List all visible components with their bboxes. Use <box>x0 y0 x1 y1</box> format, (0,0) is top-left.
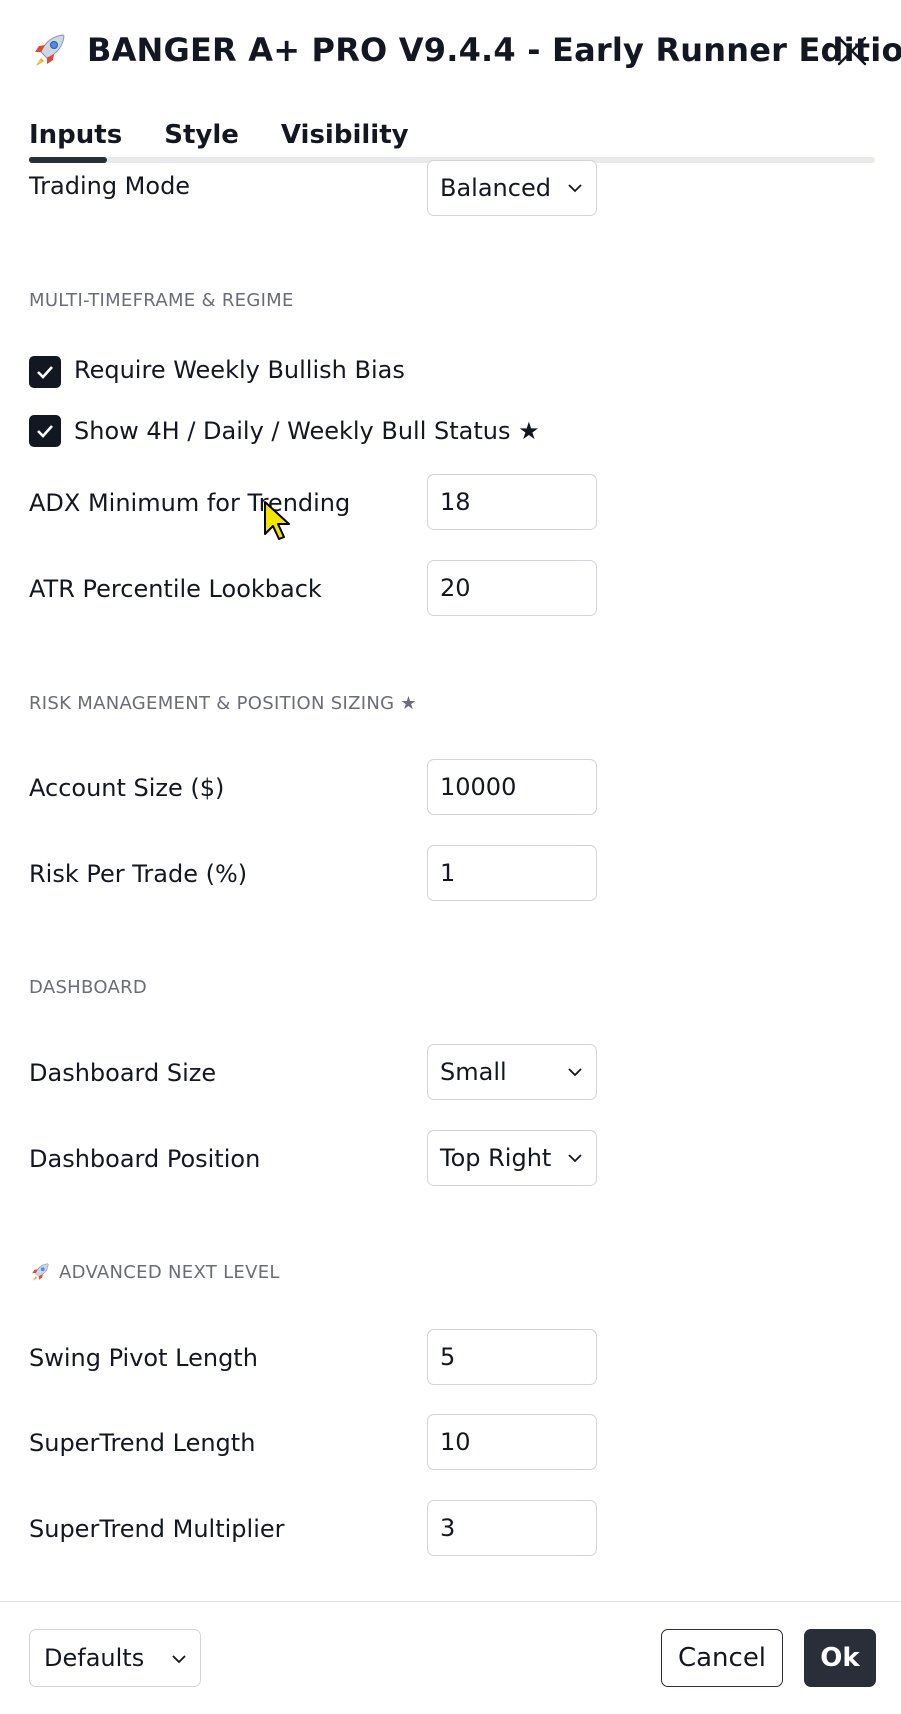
risk-per-trade-label: Risk Per Trade (%) <box>29 860 248 888</box>
supertrend-multiplier-label: SuperTrend Multiplier <box>29 1515 285 1543</box>
show-bull-status-checkbox[interactable] <box>29 415 61 447</box>
atr-lookback-input[interactable] <box>440 574 580 602</box>
tab-inputs[interactable]: Inputs <box>29 120 123 162</box>
rocket-icon <box>32 1263 49 1281</box>
atr-lookback-label: ATR Percentile Lookback <box>29 575 322 603</box>
tab-visibility[interactable]: Visibility <box>281 120 409 160</box>
swing-pivot-input[interactable] <box>440 1343 580 1371</box>
section-risk-title: RISK MANAGEMENT & POSITION SIZING ★ <box>29 693 417 714</box>
supertrend-multiplier-field[interactable] <box>427 1500 597 1556</box>
risk-per-trade-input[interactable] <box>440 859 580 887</box>
section-dashboard-title: DASHBOARD <box>29 977 148 998</box>
defaults-label: Defaults <box>44 1644 145 1672</box>
supertrend-multiplier-input[interactable] <box>440 1514 580 1542</box>
mouse-cursor-icon <box>264 501 290 540</box>
ok-button[interactable]: Ok <box>804 1629 876 1687</box>
cancel-button[interactable]: Cancel <box>661 1629 783 1687</box>
account-size-field[interactable] <box>427 759 597 815</box>
dialog-title: BANGER A+ PRO V9.4.4 - Early Runner Edit… <box>87 31 901 69</box>
dashboard-position-value: Top Right <box>440 1144 552 1172</box>
tab-bar: Inputs Style Visibility <box>29 108 451 162</box>
trading-mode-select[interactable]: Balanced <box>427 160 597 216</box>
defaults-dropdown-button[interactable]: Defaults <box>29 1629 201 1687</box>
trading-mode-value: Balanced <box>440 174 551 202</box>
dashboard-size-label: Dashboard Size <box>29 1059 217 1087</box>
section-mtf-title: MULTI-TIMEFRAME & REGIME <box>29 290 294 311</box>
show-bull-status-label[interactable]: Show 4H / Daily / Weekly Bull Status ★ <box>74 417 540 445</box>
atr-lookback-field[interactable] <box>427 560 597 616</box>
dashboard-size-select[interactable]: Small <box>427 1044 597 1100</box>
dashboard-position-select[interactable]: Top Right <box>427 1130 597 1186</box>
supertrend-length-input[interactable] <box>440 1428 580 1456</box>
supertrend-length-field[interactable] <box>427 1414 597 1470</box>
adx-min-input[interactable] <box>440 488 580 516</box>
require-weekly-bias-checkbox[interactable] <box>29 356 61 388</box>
adx-min-label: ADX Minimum for Trending <box>29 489 351 517</box>
chevron-down-icon <box>568 1154 582 1163</box>
require-weekly-bias-label[interactable]: Require Weekly Bullish Bias <box>74 356 405 384</box>
title-row: BANGER A+ PRO V9.4.4 - Early Runner Edit… <box>29 28 901 72</box>
section-advanced-title: ADVANCED NEXT LEVEL <box>29 1261 280 1283</box>
account-size-input[interactable] <box>440 773 580 801</box>
risk-per-trade-field[interactable] <box>427 845 597 901</box>
chevron-down-icon <box>568 184 582 193</box>
swing-pivot-field[interactable] <box>427 1329 597 1385</box>
content-scrollbar-thumb[interactable] <box>29 157 107 163</box>
tab-style[interactable]: Style <box>164 120 239 160</box>
chevron-down-icon <box>172 1655 186 1664</box>
dashboard-size-value: Small <box>440 1058 507 1086</box>
chevron-down-icon <box>568 1068 582 1077</box>
checkmark-icon <box>37 425 53 438</box>
account-size-label: Account Size ($) <box>29 774 225 802</box>
close-icon[interactable] <box>835 34 869 68</box>
checkmark-icon <box>37 366 53 379</box>
dashboard-position-label: Dashboard Position <box>29 1145 261 1173</box>
adx-min-field[interactable] <box>427 474 597 530</box>
dialog-header: BANGER A+ PRO V9.4.4 - Early Runner Edit… <box>0 0 901 162</box>
supertrend-length-label: SuperTrend Length <box>29 1429 256 1457</box>
trading-mode-label: Trading Mode <box>29 172 191 200</box>
footer-divider <box>0 1601 901 1602</box>
swing-pivot-label: Swing Pivot Length <box>29 1344 258 1372</box>
rocket-icon <box>35 34 65 66</box>
section-advanced-label: ADVANCED NEXT LEVEL <box>59 1261 280 1283</box>
